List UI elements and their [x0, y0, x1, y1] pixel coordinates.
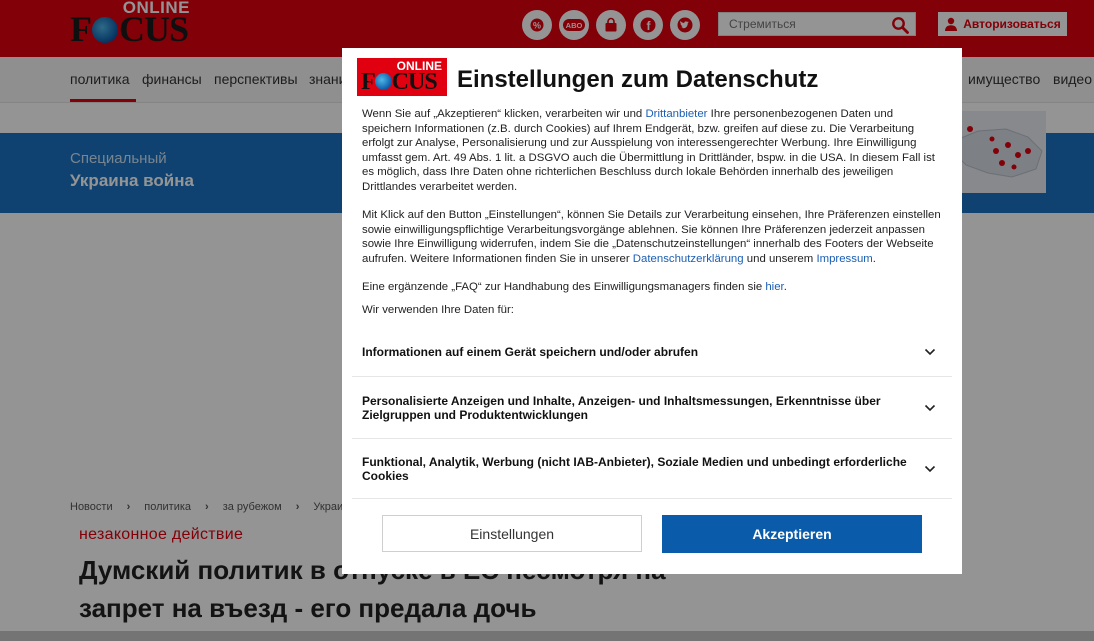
dialog-title: Einstellungen zum Datenschutz [457, 66, 819, 93]
globe-icon [374, 73, 392, 90]
purpose-list: Informationen auf einem Gerät speichern … [352, 327, 952, 499]
purpose-label: Funktional, Analytik, Werbung (nicht IAB… [362, 454, 907, 483]
accept-button[interactable]: Akzeptieren [662, 515, 922, 553]
consent-paragraph-2: Mit Klick auf den Button „Einstellungen“… [362, 209, 941, 265]
dialog-body: Wenn Sie auf „Akzeptieren“ klicken, vera… [362, 107, 942, 331]
consent-paragraph-3: Eine ergänzende „FAQ“ zur Handhabung des… [362, 281, 787, 293]
chevron-down-icon [924, 404, 936, 411]
consent-paragraph-1: Wenn Sie auf „Akzeptieren“ klicken, vera… [362, 108, 935, 193]
dialog-focus-logo: ONLINE F CUS [357, 58, 447, 96]
third-party-link[interactable]: Drittanbieter [645, 108, 707, 120]
settings-button[interactable]: Einstellungen [382, 515, 642, 552]
chevron-down-icon [924, 465, 936, 472]
privacy-policy-link[interactable]: Datenschutzerklärung [633, 253, 744, 265]
imprint-link[interactable]: Impressum [816, 253, 872, 265]
chevron-down-icon [924, 348, 936, 355]
purpose-item-personalised-ads[interactable]: Personalisierte Anzeigen und Inhalte, An… [352, 377, 952, 439]
purpose-label: Personalisierte Anzeigen und Inhalte, An… [362, 393, 881, 422]
faq-link[interactable]: hier [765, 281, 783, 293]
purpose-label: Informationen auf einem Gerät speichern … [362, 344, 699, 359]
purposes-intro: Wir verwenden Ihre Daten für: [362, 303, 514, 316]
purpose-item-functional-analytics[interactable]: Funktional, Analytik, Werbung (nicht IAB… [352, 439, 952, 499]
purpose-item-device-storage[interactable]: Informationen auf einem Gerät speichern … [352, 327, 952, 377]
dialog-logo-focus-text: F CUS [361, 69, 438, 95]
privacy-consent-dialog: ONLINE F CUS Einstellungen zum Datenschut… [342, 48, 962, 574]
